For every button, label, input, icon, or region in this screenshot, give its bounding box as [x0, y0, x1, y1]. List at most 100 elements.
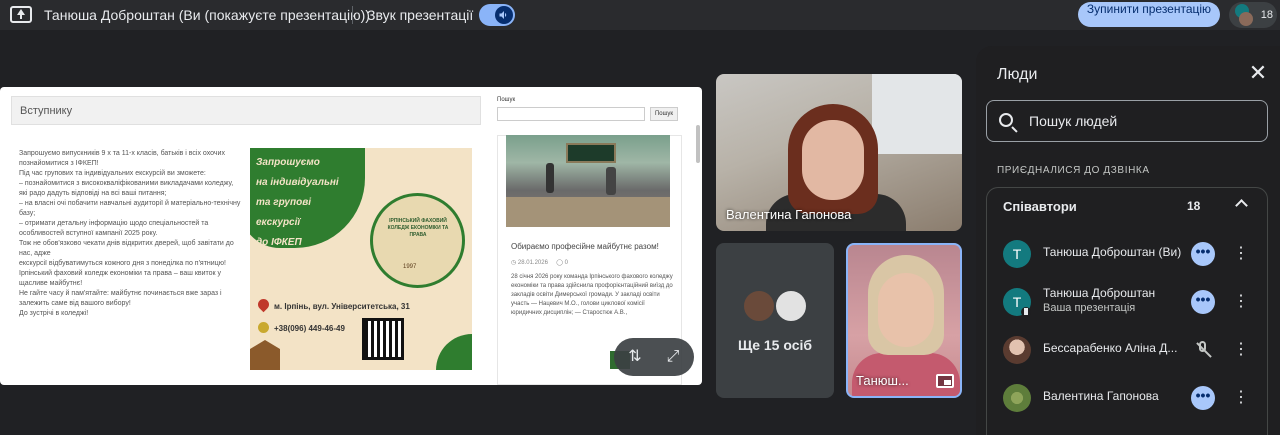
emblem-text: ІРПІНСЬКИЙ ФАХОВИЙ КОЛЕДЖ ЕКОНОМІКИ ТА П…	[387, 218, 449, 238]
stop-presenting-button[interactable]: Зупинити презентацію	[1078, 2, 1220, 27]
kebab-icon[interactable]: ⋮	[1231, 340, 1251, 360]
college-emblem: ІРПІНСЬКИЙ ФАХОВИЙ КОЛЕДЖ ЕКОНОМІКИ ТА П…	[370, 193, 465, 288]
video-tile-self[interactable]: Танюш...	[846, 243, 962, 398]
pip-icon[interactable]	[936, 374, 954, 388]
people-search[interactable]	[986, 100, 1268, 142]
news-photo-person	[606, 167, 616, 195]
slide-header-text: Вступнику	[20, 105, 73, 117]
participant-face	[878, 273, 934, 347]
group-count: 18	[1187, 199, 1201, 213]
kebab-icon[interactable]: ⋮	[1231, 244, 1251, 264]
person-name: Валентина Гапонова	[1043, 389, 1159, 403]
phone-icon	[258, 322, 269, 333]
news-date-value: 28.01.2026	[517, 260, 548, 266]
more-options-icon[interactable]: •••	[1191, 290, 1215, 314]
news-comments-count: 0	[564, 260, 568, 266]
list-item: Т Танюша Доброштан (Ви) ••• ⋮	[987, 230, 1267, 278]
slide-text-line: Не гайте часу й пам'ятайте: майбутнє поч…	[19, 290, 222, 307]
slide-text-line: Під час групових та індивідуальних екску…	[19, 170, 206, 177]
section-label: ПРИЄДНАЛИСЯ ДО ДЗВІНКА	[997, 165, 1150, 176]
swap-icon[interactable]: ⇅	[622, 344, 648, 370]
slide-text-line: – отримати детальну інформацію щодо спец…	[19, 220, 209, 237]
slide-text-line: – на власні очі побачити навчальні аудит…	[19, 200, 241, 217]
location-pin-icon	[255, 296, 272, 313]
participants-count-button[interactable]: 18	[1229, 2, 1277, 28]
excursion-poster: Запрошуємо на індивідуальні та групові е…	[250, 148, 472, 370]
poster-headline-line: Запрошуємо	[256, 157, 320, 168]
slide-scrollbar[interactable]	[696, 125, 700, 163]
close-icon[interactable]: ✕	[1246, 62, 1270, 86]
slide-header: Вступнику	[11, 96, 481, 125]
avatar	[1239, 12, 1253, 26]
qr-code	[362, 318, 404, 360]
tile-name: Валентина Гапонова	[726, 207, 852, 222]
divider	[352, 6, 353, 24]
video-tile-more[interactable]: Ще 15 осіб	[716, 243, 834, 398]
avatar: Т	[1003, 240, 1031, 268]
avatar	[774, 289, 808, 323]
person-name: Танюша Доброштан (Ви)	[1043, 245, 1182, 259]
more-options-icon[interactable]: •••	[1191, 386, 1215, 410]
poster-headline-line: до ІФКЕП	[256, 237, 302, 248]
news-photo	[506, 135, 670, 227]
panel-title: Люди	[997, 66, 1038, 83]
news-body: 28 січня 2026 року команда Ірпінського ф…	[511, 274, 673, 316]
video-tile-main[interactable]: Валентина Гапонова	[716, 74, 962, 231]
slide-text-line: Запрошуємо випускників 9 х та 11-х класі…	[19, 150, 225, 167]
presenter-title: Танюша Доброштан (Ви (покажуєте презента…	[44, 7, 370, 23]
presentation-sound-label: Звук презентації	[367, 7, 474, 23]
tile-background-window	[872, 74, 962, 154]
search-icon	[999, 113, 1013, 127]
poster-phone: +38(096) 449-46-49	[274, 324, 345, 333]
mic-off-icon	[1193, 340, 1213, 360]
news-photo-board	[566, 143, 616, 163]
list-item: Т Танюша Доброштан Ваша презентація ••• …	[987, 278, 1267, 326]
group-header[interactable]: Співавтори 18	[987, 188, 1267, 224]
list-item: Бессарабенко Аліна Д... ⋮	[987, 326, 1267, 374]
people-panel: Люди ✕ ПРИЄДНАЛИСЯ ДО ДЗВІНКА Співавтори…	[976, 46, 1280, 435]
shared-presentation[interactable]: Вступнику Запрошуємо випускників 9 х та …	[0, 87, 702, 385]
news-date: ◷ 28.01.2026 ◯ 0	[511, 260, 568, 266]
participant-face	[802, 120, 864, 200]
poster-address: м. Ірпінь, вул. Університетська, 31	[274, 302, 410, 311]
slide-text-line: екскурсії відбуватимуться кожного дня з …	[19, 260, 226, 267]
poster-headline: Запрошуємо на індивідуальні та групові е…	[256, 153, 356, 253]
slide-text-line: – познайомитися з висококваліфікованими …	[19, 180, 234, 197]
person-name: Бессарабенко Аліна Д...	[1043, 341, 1178, 355]
avatar	[1003, 336, 1031, 364]
expand-icon[interactable]: ⤢	[660, 344, 686, 370]
news-title: Обираємо професійне майбутнє разом!	[511, 242, 659, 251]
news-photo-desks	[506, 197, 670, 227]
emblem-year: 1997	[403, 264, 417, 270]
participants-count: 18	[1260, 9, 1273, 21]
search-input[interactable]	[1029, 101, 1259, 141]
tile-name: Танюш...	[856, 373, 909, 388]
slide-body-text: Запрошуємо випускників 9 х та 11-х класі…	[19, 149, 241, 319]
avatar	[1003, 384, 1031, 412]
kebab-icon[interactable]: ⋮	[1231, 388, 1251, 408]
avatar	[742, 289, 776, 323]
presentation-sound-toggle[interactable]	[479, 4, 515, 26]
slide-text-line: Ірпінський фаховий коледж економіки та п…	[19, 270, 222, 287]
pin-icon	[1021, 307, 1031, 317]
more-options-icon[interactable]: •••	[1191, 242, 1215, 266]
volume-icon	[495, 6, 513, 24]
person-name: Танюша Доброштан	[1043, 286, 1156, 300]
slide-search-input	[497, 107, 645, 121]
poster-corner-shape	[250, 340, 280, 370]
slide-search-label: Пошук	[497, 97, 516, 103]
present-screen-icon	[10, 6, 32, 23]
collaborators-group: Співавтори 18 Т Танюша Доброштан (Ви) ••…	[986, 187, 1268, 435]
news-photo-person	[546, 163, 554, 193]
poster-corner-shape	[436, 334, 472, 370]
person-subtitle: Ваша презентація	[1043, 302, 1136, 314]
group-name: Співавтори	[1003, 199, 1077, 214]
slide-text-line: Тож не обов'язково чекати днів відкритих…	[19, 240, 234, 257]
poster-headline-line: та групові екскурсії	[256, 197, 312, 228]
top-bar: Танюша Доброштан (Ви (покажуєте презента…	[0, 0, 1280, 30]
kebab-icon[interactable]: ⋮	[1231, 292, 1251, 312]
list-item: Валентина Гапонова ••• ⋮	[987, 374, 1267, 422]
poster-headline-line: на індивідуальні	[256, 177, 339, 188]
more-participants-label: Ще 15 осіб	[737, 337, 813, 353]
chevron-up-icon[interactable]	[1235, 199, 1248, 212]
